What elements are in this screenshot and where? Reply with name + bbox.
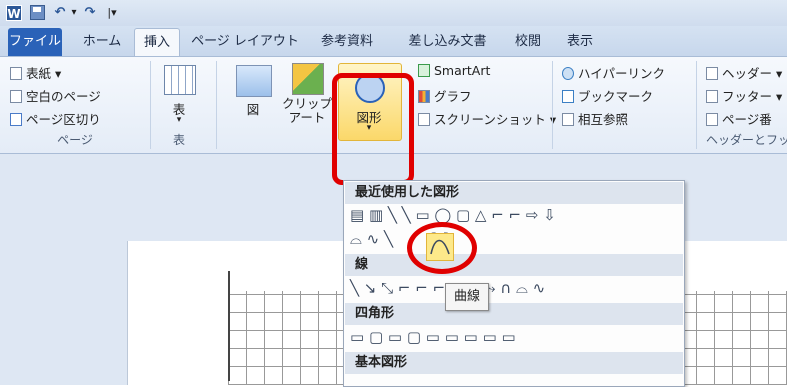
screenshot-icon xyxy=(418,113,430,126)
highlight-circle xyxy=(407,222,477,274)
page-break-button[interactable]: ページ区切り xyxy=(10,109,101,128)
recent-shapes-row-1[interactable]: ▤ ▥ ╲ ╲ ▭ ◯ ▢ △ ⌐ ⌐ ⇨ ⇩ xyxy=(350,206,556,224)
group-separator xyxy=(552,61,553,149)
cover-page-button[interactable]: 表紙 ▾ xyxy=(10,63,61,82)
clipart-button-label[interactable]: クリップ アート xyxy=(280,97,334,125)
ribbon-tabs: ファイル ホーム 挿入 ページ レイアウト 参考資料 差し込み文書 校閲 表示 xyxy=(0,26,787,56)
group-label-table: 表 xyxy=(172,133,185,147)
curve-tooltip: 曲線 xyxy=(445,283,489,311)
shapes-dropdown-menu: 最近使用した図形 ▤ ▥ ╲ ╲ ▭ ◯ ▢ △ ⌐ ⌐ ⇨ ⇩ ⌓ ∿ ╲ ⦃… xyxy=(343,180,685,387)
bookmark-label: ブックマーク xyxy=(578,89,654,104)
page-number-icon xyxy=(706,113,718,126)
group-separator xyxy=(150,61,151,149)
chart-button[interactable]: グラフ xyxy=(418,86,472,105)
smartart-label: SmartArt xyxy=(434,63,491,78)
hyperlink-label: ハイパーリンク xyxy=(578,66,666,81)
tab-home[interactable]: ホーム xyxy=(80,28,124,56)
redo-icon[interactable]: ↷ xyxy=(82,4,98,22)
smartart-icon xyxy=(418,64,430,77)
page-number-button[interactable]: ページ番 xyxy=(706,109,772,128)
blank-page-button[interactable]: 空白のページ xyxy=(10,86,101,105)
page-break-icon xyxy=(10,113,22,126)
tab-file[interactable]: ファイル xyxy=(8,28,62,56)
header-label: ヘッダー ▾ xyxy=(722,66,783,81)
title-bar: W ↶ ▾ ↷ |▾ xyxy=(0,0,787,27)
cover-page-label: 表紙 ▾ xyxy=(26,66,62,81)
chart-label: グラフ xyxy=(434,89,472,104)
cover-page-icon xyxy=(10,67,22,80)
page-number-label: ページ番 xyxy=(722,112,772,127)
crossref-label: 相互参照 xyxy=(578,112,629,127)
rectangles-header: 四角形 xyxy=(345,303,683,325)
hyperlink-icon xyxy=(562,67,574,80)
tab-references[interactable]: 参考資料 xyxy=(312,28,382,56)
footer-button[interactable]: フッター ▾ xyxy=(706,86,782,105)
group-separator xyxy=(216,61,217,149)
save-icon[interactable] xyxy=(30,5,45,20)
screenshot-label: スクリーンショット ▾ xyxy=(434,112,557,127)
lines-header: 線 xyxy=(345,254,683,276)
clipart-icon[interactable] xyxy=(292,63,324,95)
screenshot-button[interactable]: スクリーンショット ▾ xyxy=(418,109,556,128)
undo-dropdown-icon[interactable]: ▾ xyxy=(68,4,80,22)
picture-icon[interactable] xyxy=(236,65,272,97)
hyperlink-button[interactable]: ハイパーリンク xyxy=(562,63,665,82)
word-logo-icon[interactable]: W xyxy=(6,5,22,21)
header-button[interactable]: ヘッダー ▾ xyxy=(706,63,782,82)
table-icon[interactable] xyxy=(164,65,196,95)
tab-page-layout[interactable]: ページ レイアウト xyxy=(190,28,300,56)
tab-mailings[interactable]: 差し込み文書 xyxy=(400,28,495,56)
bookmark-icon xyxy=(562,90,574,103)
page-break-label: ページ区切り xyxy=(26,112,101,127)
footer-icon xyxy=(706,90,718,103)
recent-shapes-header: 最近使用した図形 xyxy=(345,182,683,204)
smartart-button[interactable]: SmartArt xyxy=(418,63,490,78)
blank-page-label: 空白のページ xyxy=(26,89,101,104)
tab-view[interactable]: 表示 xyxy=(560,28,600,56)
group-separator xyxy=(696,61,697,149)
header-icon xyxy=(706,67,718,80)
bookmark-button[interactable]: ブックマーク xyxy=(562,86,653,105)
crossref-button[interactable]: 相互参照 xyxy=(562,109,628,128)
footer-label: フッター ▾ xyxy=(722,89,783,104)
tab-review[interactable]: 校閲 xyxy=(508,28,548,56)
crossref-icon xyxy=(562,113,574,126)
undo-icon[interactable]: ↶ xyxy=(52,4,68,22)
highlight-frame xyxy=(332,73,414,185)
basic-shapes-header: 基本図形 xyxy=(345,352,683,374)
group-label-pages: ページ xyxy=(57,133,93,147)
blank-page-icon xyxy=(10,90,22,103)
customize-toolbar-icon[interactable]: |▾ xyxy=(102,4,122,22)
tab-insert[interactable]: 挿入 xyxy=(134,28,180,56)
picture-button-label[interactable]: 図 xyxy=(238,99,268,118)
rectangles-row[interactable]: ▭ ▢ ▭ ▢ ▭ ▭ ▭ ▭ ▭ xyxy=(350,328,516,346)
group-label-header-footer: ヘッダーとフッ xyxy=(706,133,787,147)
table-dropdown-icon[interactable]: ▾ xyxy=(164,115,194,125)
chart-icon xyxy=(418,90,430,103)
cursor-marker xyxy=(228,271,230,381)
